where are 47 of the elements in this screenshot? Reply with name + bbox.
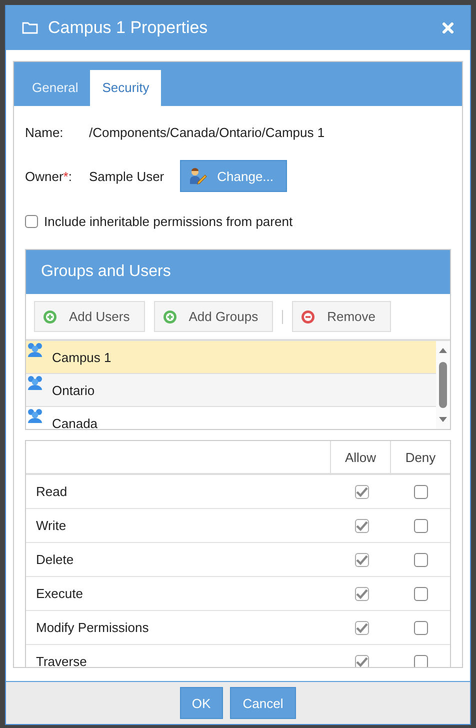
allow-checkbox[interactable] — [354, 586, 368, 600]
allow-checkbox[interactable] — [354, 654, 368, 667]
name-label: Name: — [25, 124, 64, 140]
inherit-checkbox[interactable] — [25, 215, 38, 228]
window-title: Campus 1 Properties — [48, 18, 209, 38]
deny-checkbox[interactable] — [414, 484, 428, 498]
allow-checkbox[interactable] — [354, 518, 368, 532]
group-item[interactable]: Ontario — [26, 374, 436, 407]
permission-name: Execute — [35, 586, 84, 601]
group-icon — [27, 375, 43, 391]
add-button[interactable]: Add Users — [34, 301, 145, 332]
user-edit-icon — [189, 167, 208, 185]
allow-checkbox[interactable] — [354, 552, 368, 566]
add-icon — [43, 310, 57, 324]
scroll-down-icon[interactable] — [438, 417, 448, 423]
close-icon[interactable] — [442, 22, 454, 34]
scrollbar[interactable] — [436, 341, 450, 429]
tab[interactable]: Security — [90, 70, 162, 106]
scroll-thumb[interactable] — [439, 362, 447, 408]
name-value: /Components/Canada/Ontario/Campus 1 — [89, 124, 325, 140]
owner-label: Owner*: — [25, 168, 73, 184]
permission-name: Read — [35, 484, 68, 499]
deny-checkbox[interactable] — [414, 586, 428, 600]
permission-name: Write — [35, 518, 68, 533]
allow-checkbox[interactable] — [354, 484, 368, 498]
deny-checkbox[interactable] — [414, 654, 428, 667]
inherit-label: Include inheritable permissions from parent — [44, 214, 293, 229]
column-header: Allow — [330, 441, 390, 473]
add-button[interactable]: Add Groups — [154, 301, 274, 332]
group-icon — [27, 408, 43, 424]
allow-checkbox[interactable] — [354, 620, 368, 634]
add-icon — [162, 310, 177, 324]
permission-name: Delete — [35, 552, 75, 567]
folder-icon — [22, 21, 38, 34]
scroll-up-icon[interactable] — [438, 347, 448, 353]
deny-checkbox[interactable] — [414, 552, 428, 566]
permission-name: Traverse — [35, 654, 88, 667]
remove-icon — [301, 310, 316, 324]
group-icon — [27, 342, 43, 358]
panel-title: Groups and Users — [41, 263, 171, 281]
deny-checkbox[interactable] — [414, 620, 428, 634]
column-header: Deny — [390, 441, 450, 473]
deny-checkbox[interactable] — [414, 518, 428, 532]
permission-name: Modify Permissions — [35, 620, 150, 635]
remove-button[interactable]: Remove — [292, 301, 390, 332]
group-item[interactable]: Campus 1 — [26, 341, 436, 374]
owner-value: Sample User — [89, 168, 164, 184]
